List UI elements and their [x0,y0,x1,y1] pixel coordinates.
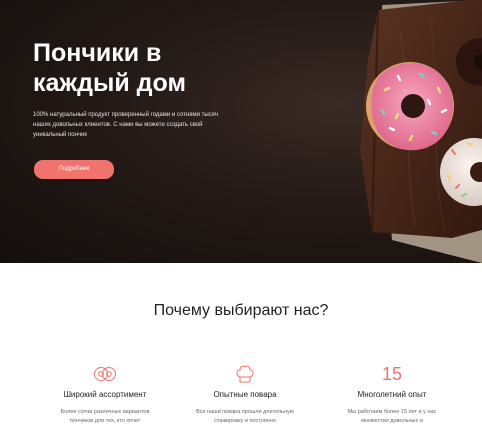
feature-title: Опытные повара [213,390,277,399]
feature-assortment: Широкий ассортимент Более сотни различны… [30,362,180,426]
feature-experience: 15 Многолетний опыт Мы работаем более 15… [317,362,467,426]
why-us-title: Почему выбирают нас? [153,302,329,319]
more-button[interactable]: Подробнее [34,160,114,179]
feature-chefs: Опытные повара Все наши повара прошли дл… [170,362,320,426]
feature-title: Широкий ассортимент [63,390,147,399]
feature-title: Многолетний опыт [357,390,427,399]
hero-section: Пончики в каждый дом 100% натуральный пр… [0,0,482,263]
chef-hat-icon [170,362,320,386]
experience-years-number: 15 [381,364,403,384]
hero-description: 100% натуральный продукт проверенный год… [33,112,219,138]
feature-text: Более сотни различных вариантов пончиков… [60,409,150,424]
feature-text: Мы работаем более 15 лет и у нас множест… [347,409,437,424]
donut-icon [30,362,180,386]
feature-text: Все наши повара прошли длительную стажир… [196,409,294,424]
hero-title: Пончики в каждый дом [33,39,186,97]
